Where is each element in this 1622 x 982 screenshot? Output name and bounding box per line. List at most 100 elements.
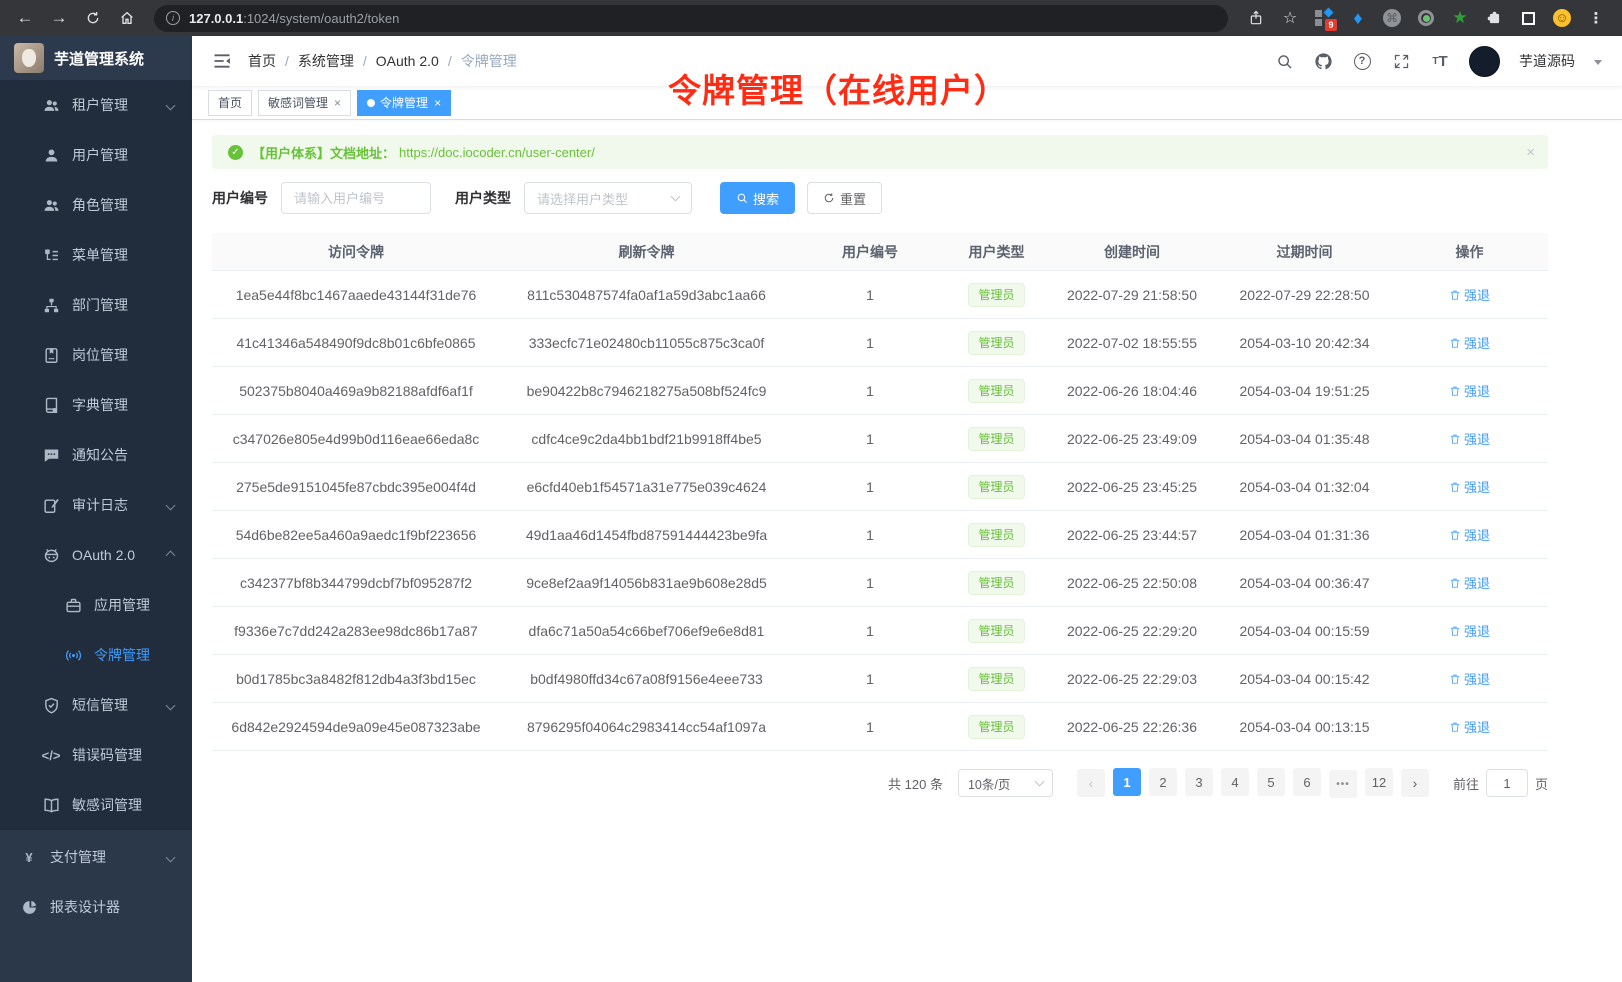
page-button-2[interactable]: 2 [1149, 768, 1177, 796]
force-logout-button[interactable]: 强退 [1449, 429, 1490, 448]
cell-user-type: 管理员 [947, 427, 1046, 451]
browser-toolbar: ← → i 127.0.0.1:1024/system/oauth2/token… [0, 0, 1622, 36]
user-type-select[interactable]: 请选择用户类型 [524, 182, 692, 214]
page-button-1[interactable]: 1 [1113, 768, 1141, 796]
page-button-4[interactable]: 4 [1221, 768, 1249, 796]
extension-star-icon[interactable]: ★ [1450, 8, 1470, 28]
home-icon[interactable] [112, 4, 142, 32]
sidebar-item-user[interactable]: 用户管理 [0, 130, 192, 180]
cell-refresh-token: b0df4980ffd34c67a08f9156e4eee733 [500, 671, 793, 687]
force-logout-button[interactable]: 强退 [1449, 621, 1490, 640]
force-logout-button[interactable]: 强退 [1449, 717, 1490, 736]
sidebar-item-app[interactable]: 应用管理 [0, 580, 192, 630]
sidebar-item-oauth[interactable]: OAuth 2.0 [0, 530, 192, 580]
cell-user-id: 1 [793, 527, 947, 543]
page-size-select[interactable]: 10条/页 [958, 769, 1053, 797]
alert-doc-link[interactable]: https://doc.iocoder.cn/user-center/ [399, 145, 595, 160]
sidebar-item-dict[interactable]: 字典管理 [0, 380, 192, 430]
extension-grey-icon[interactable]: ⌘ [1382, 8, 1402, 28]
profile-emoji-icon[interactable]: ☺ [1552, 8, 1572, 28]
username[interactable]: 芋道源码 [1519, 51, 1575, 71]
sidebar-item-notice[interactable]: 通知公告 [0, 430, 192, 480]
tag-close-icon[interactable]: × [434, 96, 441, 110]
force-logout-button[interactable]: 强退 [1449, 525, 1490, 544]
extension-square-icon[interactable] [1518, 8, 1538, 28]
help-icon[interactable]: ? [1352, 51, 1372, 71]
back-icon[interactable]: ← [10, 4, 40, 32]
robot-icon [42, 546, 60, 564]
cell-action: 强退 [1391, 429, 1548, 448]
sidebar-item-token[interactable]: 令牌管理 [0, 630, 192, 680]
force-logout-button[interactable]: 强退 [1449, 285, 1490, 304]
table-row: 54d6be82ee5a460a9aedc1f9bf22365649d1aa46… [212, 511, 1548, 559]
url-bar[interactable]: i 127.0.0.1:1024/system/oauth2/token [154, 5, 1228, 32]
site-info-icon[interactable]: i [166, 11, 180, 25]
browser-menu-icon[interactable]: ⋮ [1586, 8, 1606, 28]
reset-button[interactable]: 重置 [807, 182, 882, 214]
sidebar-item-post[interactable]: 岗位管理 [0, 330, 192, 380]
sidebar-item-role[interactable]: 角色管理 [0, 180, 192, 230]
font-size-icon[interactable]: TT [1430, 51, 1450, 71]
cell-user-id: 1 [793, 575, 947, 591]
reload-icon[interactable] [78, 4, 108, 32]
extension-tabs-icon[interactable]: 9 [1314, 8, 1334, 28]
github-icon[interactable] [1313, 51, 1333, 71]
sidebar-item-audit[interactable]: 审计日志 [0, 480, 192, 530]
user-avatar[interactable] [1469, 46, 1500, 77]
table-row: c347026e805e4d99b0d116eae66eda8ccdfc4ce9… [212, 415, 1548, 463]
sidebar-item-tenant[interactable]: 租户管理 [0, 80, 192, 130]
tag-close-icon[interactable]: × [334, 96, 341, 110]
force-logout-button[interactable]: 强退 [1449, 381, 1490, 400]
user-menu-caret-icon[interactable] [1594, 60, 1602, 65]
sidebar-item-pay[interactable]: ¥支付管理 [0, 832, 192, 882]
pager-more-icon[interactable]: ••• [1329, 770, 1357, 798]
tag-令牌管理[interactable]: 令牌管理× [357, 90, 451, 116]
page-button-3[interactable]: 3 [1185, 768, 1213, 796]
table-row: 1ea5e44f8bc1467aaede43144f31de76811c5304… [212, 271, 1548, 319]
prev-page-button[interactable]: ‹ [1077, 769, 1105, 797]
tag-敏感词管理[interactable]: 敏感词管理× [258, 90, 351, 116]
app-title: 芋道管理系统 [54, 48, 144, 69]
sidebar-item-report[interactable]: 报表设计器 [0, 882, 192, 932]
user-id-input[interactable] [281, 182, 431, 214]
page-button-5[interactable]: 5 [1257, 768, 1285, 796]
breadcrumb-item[interactable]: OAuth 2.0 [376, 53, 439, 69]
sidebar-item-dept[interactable]: 部门管理 [0, 280, 192, 330]
app-logo[interactable]: 芋道管理系统 [0, 36, 192, 80]
table-row: f9336e7c7dd242a283ee98dc86b17a87dfa6c71a… [212, 607, 1548, 655]
force-logout-button[interactable]: 强退 [1449, 333, 1490, 352]
sidebar-item-errcode[interactable]: </>错误码管理 [0, 730, 192, 780]
cell-expire-time: 2054-03-04 01:35:48 [1218, 431, 1391, 447]
cell-action: 强退 [1391, 381, 1548, 400]
alert-close-icon[interactable]: × [1526, 144, 1535, 161]
table-row: 6d842e2924594de9a09e45e087323abe8796295f… [212, 703, 1548, 751]
tag-首页[interactable]: 首页 [208, 90, 252, 116]
force-logout-button[interactable]: 强退 [1449, 477, 1490, 496]
extension-gem-icon[interactable]: ♦ [1348, 8, 1368, 28]
sidebar-item-menu[interactable]: 菜单管理 [0, 230, 192, 280]
white-square-icon [1522, 12, 1535, 25]
share-icon[interactable] [1246, 8, 1266, 28]
page-button-6[interactable]: 6 [1293, 768, 1321, 796]
fullscreen-icon[interactable] [1391, 51, 1411, 71]
bookmark-star-icon[interactable]: ☆ [1280, 8, 1300, 28]
column-header: 创建时间 [1046, 242, 1218, 262]
extensions-puzzle-icon[interactable] [1484, 8, 1504, 28]
breadcrumb-item[interactable]: 首页 [248, 51, 276, 71]
user-icon [42, 146, 60, 164]
sidebar-item-sensitive[interactable]: 敏感词管理 [0, 780, 192, 830]
forward-icon[interactable]: → [44, 4, 74, 32]
goto-page-input[interactable] [1486, 769, 1528, 797]
cell-access-token: c347026e805e4d99b0d116eae66eda8c [212, 431, 500, 447]
search-button[interactable]: 搜索 [720, 182, 795, 214]
sidebar-toggle-icon[interactable] [212, 51, 232, 71]
extension-ring-icon[interactable] [1416, 8, 1436, 28]
sidebar-item-sms[interactable]: 短信管理 [0, 680, 192, 730]
search-icon[interactable] [1274, 51, 1294, 71]
force-logout-button[interactable]: 强退 [1449, 669, 1490, 688]
user-type-badge: 管理员 [968, 379, 1024, 403]
next-page-button[interactable]: › [1401, 769, 1429, 797]
page-button-12[interactable]: 12 [1365, 768, 1393, 796]
force-logout-button[interactable]: 强退 [1449, 573, 1490, 592]
breadcrumb-item[interactable]: 系统管理 [298, 51, 354, 71]
